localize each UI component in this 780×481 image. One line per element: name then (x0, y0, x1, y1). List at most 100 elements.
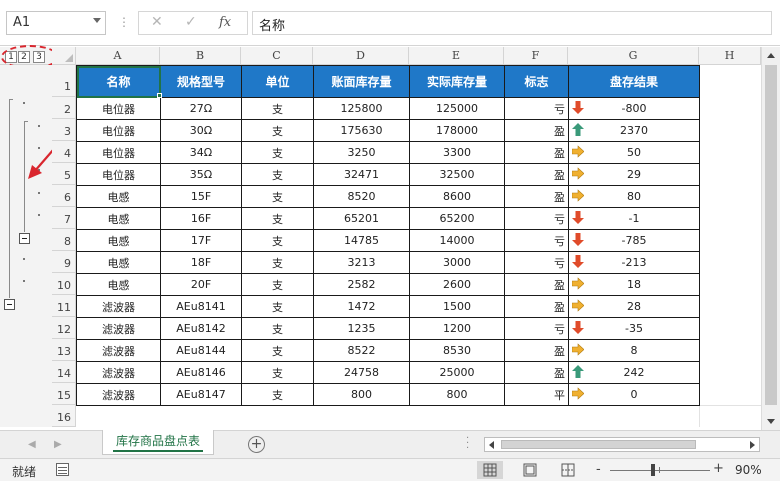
cell-book-stock[interactable]: 2582 (313, 273, 410, 296)
cell-flag[interactable]: 盈 (504, 339, 569, 362)
header-cell-model[interactable]: 规格型号 (160, 65, 242, 98)
macro-record-icon[interactable] (56, 463, 69, 476)
column-header-b[interactable]: B (160, 47, 241, 65)
cell-actual-stock[interactable]: 125000 (409, 97, 505, 120)
cell-name[interactable]: 滤波器 (76, 317, 161, 340)
cell-actual-stock[interactable]: 8600 (409, 185, 505, 208)
cell-result[interactable]: 18 (568, 273, 700, 296)
cell-flag[interactable]: 盈 (504, 141, 569, 164)
cell-model[interactable]: 15F (160, 185, 242, 208)
cell-name[interactable]: 滤波器 (76, 339, 161, 362)
row-header-16[interactable]: 16 (52, 405, 76, 427)
header-cell-actual-stock[interactable]: 实际库存量 (409, 65, 505, 98)
cell-actual-stock[interactable]: 1500 (409, 295, 505, 318)
cell-flag[interactable]: 亏 (504, 229, 569, 252)
column-header-d[interactable]: D (313, 47, 409, 65)
cell-result[interactable]: 0 (568, 383, 700, 406)
name-box-dropdown-icon[interactable] (93, 18, 101, 23)
cell-flag[interactable]: 亏 (504, 317, 569, 340)
cell-model[interactable]: 17F (160, 229, 242, 252)
cell-model[interactable]: AEu8141 (160, 295, 242, 318)
zoom-slider-thumb[interactable] (651, 464, 655, 476)
cell-unit[interactable]: 支 (241, 251, 314, 274)
cell-flag[interactable]: 盈 (504, 163, 569, 186)
cell-book-stock[interactable]: 175630 (313, 119, 410, 142)
cell-flag[interactable]: 亏 (504, 251, 569, 274)
cell-name[interactable]: 滤波器 (76, 383, 161, 406)
cell-book-stock[interactable]: 24758 (313, 361, 410, 384)
cell-actual-stock[interactable]: 1200 (409, 317, 505, 340)
cell-name[interactable]: 电位器 (76, 119, 161, 142)
cell-name[interactable]: 电位器 (76, 97, 161, 120)
cell-name[interactable]: 电感 (76, 251, 161, 274)
cell-unit[interactable]: 支 (241, 339, 314, 362)
worksheet-grid[interactable]: 名称 规格型号 单位 账面库存量 实际库存量 标志 盘存结果 电位器 27Ω 支 12… (76, 65, 761, 427)
cell-result[interactable]: -785 (568, 229, 700, 252)
cell-flag[interactable]: 盈 (504, 273, 569, 296)
normal-view-button[interactable] (477, 461, 503, 479)
cell-unit[interactable]: 支 (241, 273, 314, 296)
cell-model[interactable]: 20F (160, 273, 242, 296)
cell-book-stock[interactable]: 800 (313, 383, 410, 406)
scroll-left-icon[interactable] (489, 441, 494, 449)
select-all-corner[interactable] (52, 47, 76, 65)
cell-book-stock[interactable]: 3250 (313, 141, 410, 164)
zoom-out-button[interactable]: - (596, 462, 601, 477)
column-header-h[interactable]: H (699, 47, 761, 65)
header-cell-name[interactable]: 名称 (76, 65, 161, 98)
cell-model[interactable]: AEu8147 (160, 383, 242, 406)
row-header-5[interactable]: 5 (52, 163, 76, 185)
cell-book-stock[interactable]: 125800 (313, 97, 410, 120)
column-header-a[interactable]: A (76, 47, 160, 65)
cell-flag[interactable]: 盈 (504, 119, 569, 142)
cell-result[interactable]: 50 (568, 141, 700, 164)
sheet-tab-inventory[interactable]: 库存商品盘点表 (102, 430, 214, 455)
cell-book-stock[interactable]: 1235 (313, 317, 410, 340)
insert-function-icon[interactable]: fx (219, 15, 231, 30)
zoom-slider-track[interactable] (610, 470, 710, 471)
cell-flag[interactable]: 平 (504, 383, 569, 406)
cell-unit[interactable]: 支 (241, 383, 314, 406)
cell-result[interactable]: 80 (568, 185, 700, 208)
column-header-f[interactable]: F (504, 47, 568, 65)
cell-name[interactable]: 滤波器 (76, 295, 161, 318)
cell-flag[interactable]: 盈 (504, 185, 569, 208)
cell-actual-stock[interactable]: 178000 (409, 119, 505, 142)
cell-actual-stock[interactable]: 800 (409, 383, 505, 406)
vertical-scroll-thumb[interactable] (765, 65, 777, 405)
row-header-4[interactable]: 4 (52, 141, 76, 163)
cell-result[interactable]: 2370 (568, 119, 700, 142)
cell-model[interactable]: AEu8142 (160, 317, 242, 340)
cell-result[interactable]: 29 (568, 163, 700, 186)
cell-book-stock[interactable]: 3213 (313, 251, 410, 274)
cell-model[interactable]: 27Ω (160, 97, 242, 120)
cell-unit[interactable]: 支 (241, 119, 314, 142)
cell-result[interactable]: 8 (568, 339, 700, 362)
cell-model[interactable]: 35Ω (160, 163, 242, 186)
cell-name[interactable]: 电感 (76, 207, 161, 230)
vertical-scrollbar[interactable] (761, 47, 780, 430)
cell-model[interactable]: AEu8146 (160, 361, 242, 384)
cell-model[interactable]: 30Ω (160, 119, 242, 142)
cell-actual-stock[interactable]: 14000 (409, 229, 505, 252)
cell-unit[interactable]: 支 (241, 207, 314, 230)
zoom-in-button[interactable]: + (713, 461, 724, 476)
row-header-15[interactable]: 15 (52, 383, 76, 405)
row-header-10[interactable]: 10 (52, 273, 76, 295)
column-header-e[interactable]: E (409, 47, 504, 65)
cell-result[interactable]: -213 (568, 251, 700, 274)
cell-unit[interactable]: 支 (241, 163, 314, 186)
row-header-2[interactable]: 2 (52, 97, 76, 119)
cell-flag[interactable]: 盈 (504, 361, 569, 384)
header-cell-unit[interactable]: 单位 (241, 65, 314, 98)
page-break-view-button[interactable] (555, 461, 581, 479)
cell-name[interactable]: 电感 (76, 185, 161, 208)
name-box[interactable]: A1 (6, 11, 106, 35)
cell-name[interactable]: 电位器 (76, 163, 161, 186)
row-header-6[interactable]: 6 (52, 185, 76, 207)
cell-unit[interactable]: 支 (241, 317, 314, 340)
column-header-g[interactable]: G (568, 47, 699, 65)
row-header-11[interactable]: 11 (52, 295, 76, 317)
selection-fill-handle[interactable] (157, 93, 162, 98)
cell-book-stock[interactable]: 1472 (313, 295, 410, 318)
